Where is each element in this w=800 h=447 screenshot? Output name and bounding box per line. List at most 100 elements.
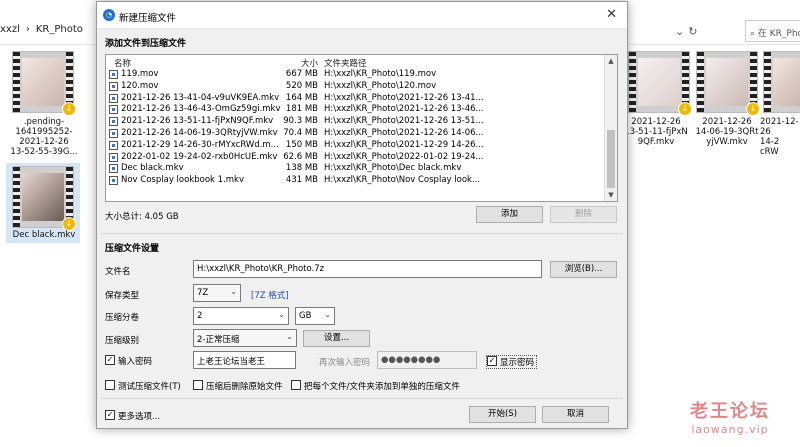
chevron-down-icon: ⌄ bbox=[324, 310, 331, 319]
more-options-checkbox[interactable]: ✓ 更多选项... bbox=[105, 410, 160, 422]
chevron-down-icon[interactable]: ⌄ bbox=[675, 25, 684, 38]
column-header-size[interactable]: 大小 bbox=[256, 57, 318, 69]
footer-divider bbox=[101, 398, 623, 399]
file-name: 119.mov bbox=[121, 69, 159, 79]
watermark-url: laowang.vip bbox=[691, 423, 769, 436]
video-thumbnail[interactable]: ↓ bbox=[12, 166, 76, 231]
video-thumbnail[interactable] bbox=[763, 51, 800, 113]
video-thumbnail[interactable]: ↓ bbox=[696, 51, 760, 116]
file-path: H:\xxzl\KR_Photo\120.mov bbox=[324, 80, 437, 91]
scroll-up-icon[interactable]: ▲ bbox=[605, 55, 617, 67]
checkbox-box bbox=[291, 380, 301, 390]
file-row[interactable]: 2021-12-26 13-46-43-OmGz59gi.mkv 181 MB H:… bbox=[106, 104, 604, 116]
chevron-right-icon: › bbox=[25, 24, 30, 35]
file-label[interactable]: 2021-12-26 13-51-11-fjPxN 9QF.mkv bbox=[618, 117, 694, 147]
dialog-title: 新建压缩文件 bbox=[119, 13, 177, 24]
total-size-label: 大小总计: 4.05 GB bbox=[105, 212, 179, 222]
column-header-name[interactable]: 名称 bbox=[114, 57, 131, 69]
reenter-password-label: 再次输入密码 bbox=[319, 358, 371, 368]
show-password-checkbox[interactable]: ✓ 显示密码 bbox=[486, 355, 538, 369]
file-row[interactable]: Dec black.mkv 138 MB H:\xxzl\KR_Photo\Dec … bbox=[106, 163, 604, 175]
file-name: Dec black.mkv bbox=[121, 163, 184, 174]
file-list[interactable]: 名称 大小 文件夹路径 119.mov 667 MB H:\xxzl\KR_Phot… bbox=[105, 54, 618, 202]
breadcrumb[interactable]: xxzl › KR_Photo bbox=[0, 24, 89, 35]
file-path: H:\xxzl\KR_Photo\2021-12-26 14-06... bbox=[324, 128, 484, 138]
breadcrumb-item[interactable]: KR_Photo bbox=[36, 24, 83, 35]
video-file-icon bbox=[109, 105, 118, 115]
chevron-down-icon: ⌄ bbox=[230, 287, 237, 296]
file-row[interactable]: 2022-01-02 19-24-02-rxb0HcUE.mkv 62.6 MB H… bbox=[106, 152, 604, 164]
file-row[interactable]: 119.mov 667 MB H:\xxzl\KR_Photo\119.mov bbox=[106, 69, 604, 81]
search-icon: ⌕ bbox=[750, 29, 758, 39]
start-button[interactable]: 开始(S) bbox=[469, 406, 536, 423]
filename-label: 文件名 bbox=[105, 267, 131, 277]
cancel-button[interactable]: 取消 bbox=[542, 406, 609, 423]
file-path: H:\xxzl\KR_Photo\2022-01-02 19-24... bbox=[324, 151, 484, 162]
show-password-label: 显示密码 bbox=[500, 358, 535, 368]
file-path: H:\xxzl\KR_Photo\Dec black.mkv bbox=[324, 163, 462, 174]
file-size: 70.4 MB bbox=[283, 128, 318, 138]
password-checkbox[interactable]: ✓ 输入密码 bbox=[105, 355, 152, 367]
file-list-scrollbar[interactable]: ▲ ▼ bbox=[604, 55, 617, 201]
file-row[interactable]: 2021-12-26 13-41-04-v9uVK9EA.mkv 164 MB H:… bbox=[106, 93, 604, 105]
file-label[interactable]: 2021-12-26 14-2 cRW bbox=[760, 117, 800, 157]
search-input[interactable]: ⌕ 在 KR_Photo bbox=[745, 20, 800, 42]
split-unit-value: GB bbox=[299, 311, 312, 321]
video-thumbnail[interactable]: ↓ bbox=[12, 51, 76, 116]
file-size: 138 MB bbox=[285, 163, 318, 174]
breadcrumb-item[interactable]: xxzl bbox=[0, 24, 20, 35]
checkbox-box bbox=[193, 380, 203, 390]
video-file-icon bbox=[109, 176, 118, 186]
delete-after-checkbox[interactable]: 压缩后删除原始文件 bbox=[193, 380, 283, 392]
file-row[interactable]: 2021-12-26 14-06-19-3QRtyjVW.mkv 70.4 MB H… bbox=[106, 128, 604, 140]
file-path: H:\xxzl\KR_Photo\119.mov bbox=[324, 69, 437, 79]
file-path: H:\xxzl\KR_Photo\Nov Cosplay look... bbox=[324, 175, 481, 186]
split-unit-select[interactable]: GB ⌄ bbox=[295, 307, 335, 325]
reenter-password-input[interactable]: ●●●●●●●● bbox=[377, 351, 477, 369]
file-size: 164 MB bbox=[285, 92, 318, 103]
dialog-titlebar[interactable]: ◔ 新建压缩文件 ✕ bbox=[97, 2, 627, 29]
refresh-icon[interactable]: ↻ bbox=[688, 25, 697, 38]
split-size-value: 2 bbox=[197, 311, 203, 321]
file-size: 62.6 MB bbox=[283, 151, 318, 162]
close-icon[interactable]: ✕ bbox=[606, 7, 617, 22]
filename-input[interactable]: H:\xxzl\KR_Photo\KR_Photo.7z bbox=[193, 260, 542, 278]
video-thumbnail[interactable]: ↓ bbox=[628, 51, 692, 116]
add-button[interactable]: 添加 bbox=[476, 206, 543, 223]
file-path: H:\xxzl\KR_Photo\2021-12-26 13-46... bbox=[324, 104, 484, 115]
delete-button[interactable]: 删除 bbox=[550, 206, 617, 223]
file-size: 150 MB bbox=[285, 139, 318, 150]
file-row[interactable]: 2021-12-26 13-51-11-fjPxN9QF.mkv 90.3 MB H… bbox=[106, 116, 604, 128]
separate-archives-checkbox[interactable]: 把每个文件/文件夹添加到单独的压缩文件 bbox=[291, 380, 460, 392]
settings-button[interactable]: 设置... bbox=[303, 330, 370, 347]
add-files-section-title: 添加文件到压缩文件 bbox=[105, 39, 187, 49]
split-volume-label: 压缩分卷 bbox=[105, 313, 140, 323]
file-row[interactable]: Nov Cosplay lookbook 1.mkv 431 MB H:\xxzl\… bbox=[106, 175, 604, 187]
watermark: 老王论坛 laowang.vip bbox=[690, 397, 770, 436]
save-type-label: 保存类型 bbox=[105, 291, 140, 301]
test-archive-checkbox[interactable]: 测试压缩文件(T) bbox=[105, 380, 181, 392]
format-link[interactable]: [7Z 格式] bbox=[251, 289, 289, 301]
file-label[interactable]: 2021-12-26 14-06-19-3QRt yjVW.mkv bbox=[689, 117, 765, 147]
scroll-thumb[interactable] bbox=[607, 130, 615, 188]
video-file-icon bbox=[109, 164, 118, 174]
scroll-down-icon[interactable]: ▼ bbox=[605, 189, 617, 201]
file-label[interactable]: .pending-1641995252-2021-12-26 13-52-55-… bbox=[4, 117, 84, 157]
settings-section-title: 压缩文件设置 bbox=[105, 244, 160, 254]
split-size-select[interactable]: 2 ⌄ bbox=[193, 307, 289, 325]
pending-badge-icon: ↓ bbox=[678, 102, 692, 116]
file-row[interactable]: 2021-12-29 14-26-30-rMYxcRWd.m... 150 MB H… bbox=[106, 140, 604, 152]
column-header-path[interactable]: 文件夹路径 bbox=[324, 57, 367, 69]
file-name: 2021-12-26 14-06-19-3QRtyjVW.mkv bbox=[121, 128, 278, 138]
compression-level-select[interactable]: 2-正常压缩 ⌄ bbox=[193, 329, 297, 347]
file-label[interactable]: Dec black.mkv bbox=[4, 230, 84, 240]
save-type-value: 7Z bbox=[197, 288, 209, 298]
video-file-icon bbox=[109, 129, 118, 138]
file-name: Nov Cosplay lookbook 1.mkv bbox=[121, 175, 245, 186]
file-path: H:\xxzl\KR_Photo\2021-12-26 13-51... bbox=[324, 116, 484, 127]
password-input[interactable]: 上老王论坛当老王 bbox=[193, 351, 296, 369]
file-row[interactable]: 120.mov 520 MB H:\xxzl\KR_Photo\120.mov bbox=[106, 81, 604, 93]
browse-button[interactable]: 浏览(B)... bbox=[550, 261, 617, 278]
chevron-down-icon: ⌄ bbox=[278, 310, 285, 319]
save-type-select[interactable]: 7Z ⌄ bbox=[193, 284, 241, 302]
